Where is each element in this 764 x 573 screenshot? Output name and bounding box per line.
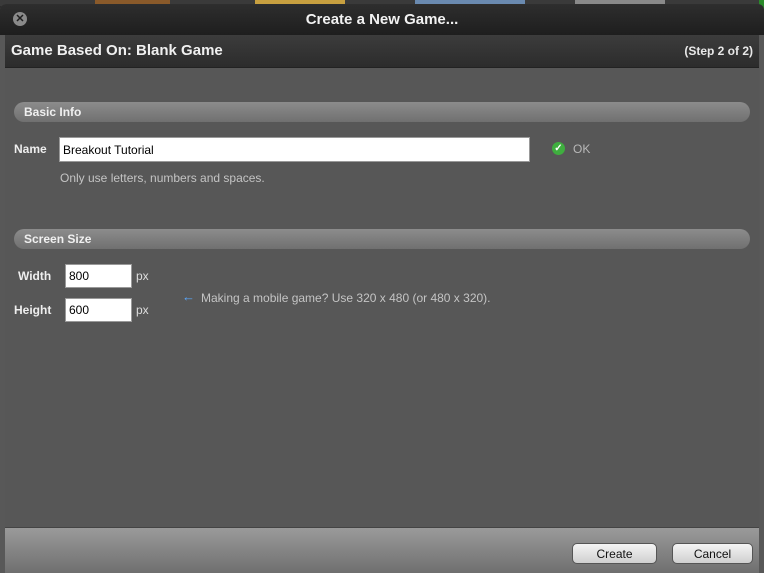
cancel-button[interactable]: Cancel: [672, 543, 753, 564]
create-game-dialog: ✕ Create a New Game... Game Based On: Bl…: [0, 4, 764, 573]
checkmark-icon: ✓: [552, 142, 565, 155]
dialog-subheader: Game Based On: Blank Game (Step 2 of 2): [5, 35, 759, 68]
section-basic-info: Basic Info: [14, 102, 750, 122]
section-screen-size: Screen Size: [14, 229, 750, 249]
create-button[interactable]: Create: [572, 543, 657, 564]
close-icon[interactable]: ✕: [13, 12, 27, 26]
dialog-title: Create a New Game...: [305, 11, 459, 28]
name-hint: Only use letters, numbers and spaces.: [60, 171, 265, 185]
width-input[interactable]: [65, 264, 132, 288]
name-label: Name: [14, 142, 47, 156]
step-indicator: (Step 2 of 2): [684, 44, 753, 58]
dialog-titlebar: ✕ Create a New Game...: [0, 4, 764, 35]
validation-status: OK: [573, 142, 591, 156]
height-input[interactable]: [65, 298, 132, 322]
width-label: Width: [18, 269, 52, 283]
mobile-size-hint: Making a mobile game? Use 320 x 480 (or …: [201, 291, 491, 305]
template-title: Game Based On: Blank Game: [11, 42, 223, 59]
width-unit: px: [136, 269, 149, 283]
dialog-footer: Create Cancel: [5, 527, 759, 573]
dialog-content: Basic Info Name ✓ OK Only use letters, n…: [5, 68, 759, 527]
game-name-input[interactable]: [59, 137, 530, 162]
height-label: Height: [14, 303, 52, 317]
height-unit: px: [136, 303, 149, 317]
arrow-left-icon: ←: [182, 289, 195, 304]
